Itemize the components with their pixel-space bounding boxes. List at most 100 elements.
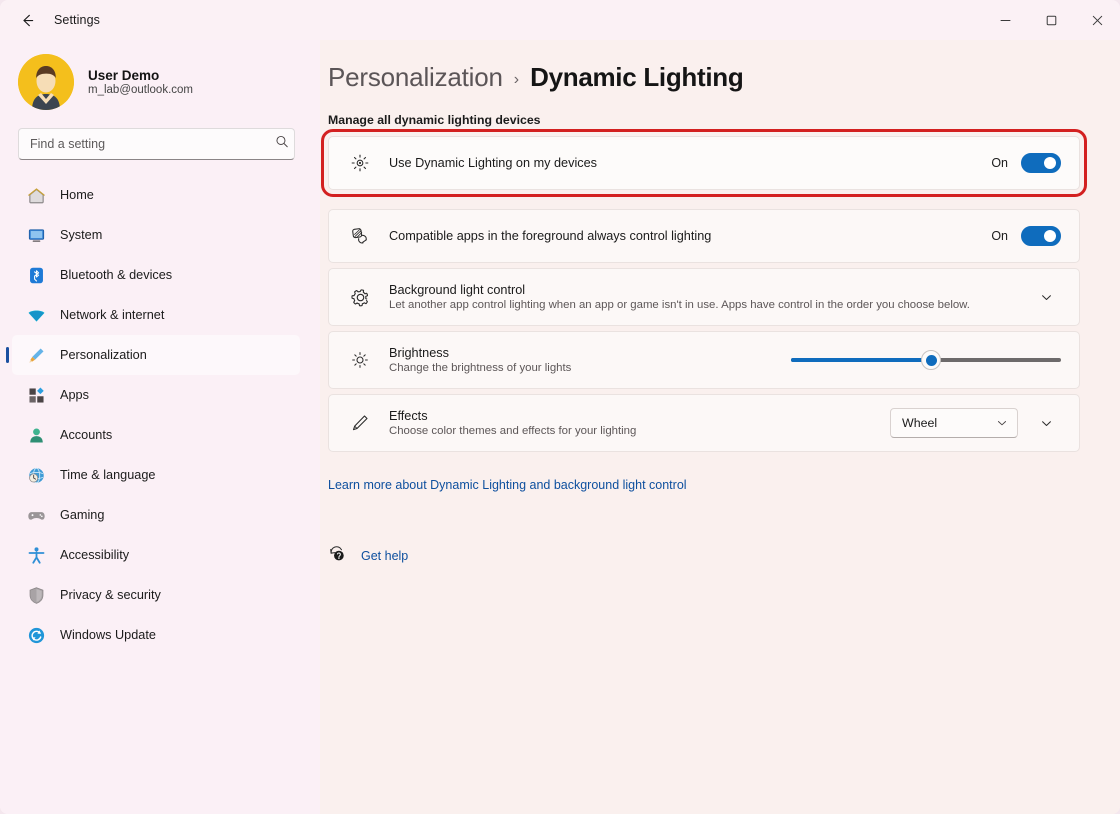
- sidebar-item-accessibility[interactable]: Accessibility: [12, 535, 300, 575]
- brightness-slider[interactable]: [791, 345, 1061, 375]
- row-title: Compatible apps in the foreground always…: [389, 229, 979, 243]
- title-bar: Settings: [0, 0, 1120, 40]
- get-help-link[interactable]: Get help: [361, 549, 408, 563]
- toggle-state-label: On: [991, 156, 1008, 170]
- search-container: [18, 128, 300, 160]
- monitor-icon: [26, 225, 46, 245]
- window-body: User Demo m_lab@outlook.com: [0, 40, 1120, 814]
- brightness-icon: [345, 345, 375, 375]
- row-subtitle: Change the brightness of your lights: [389, 362, 779, 374]
- sidebar-item-accounts[interactable]: Accounts: [12, 415, 300, 455]
- row-controls: On: [991, 153, 1061, 173]
- sidebar-item-bluetooth-devices[interactable]: Bluetooth & devices: [12, 255, 300, 295]
- slider-thumb[interactable]: [921, 350, 941, 370]
- row-subtitle: Let another app control lighting when an…: [389, 299, 1019, 311]
- close-button[interactable]: [1074, 0, 1120, 40]
- search-input[interactable]: [18, 128, 295, 160]
- row-title: Use Dynamic Lighting on my devices: [389, 156, 979, 170]
- chevron-down-icon: [1040, 417, 1053, 430]
- bluetooth-icon: [26, 265, 46, 285]
- sidebar-item-label: Apps: [60, 388, 89, 402]
- row-text: Background light control Let another app…: [389, 283, 1019, 311]
- row-title: Background light control: [389, 283, 1019, 297]
- breadcrumb-separator: ›: [514, 71, 519, 89]
- row-controls: [1031, 282, 1061, 312]
- sidebar-item-label: Accessibility: [60, 548, 129, 562]
- pen-icon: [345, 408, 375, 438]
- window-controls: [982, 0, 1120, 40]
- sidebar-item-label: Personalization: [60, 348, 147, 362]
- row-compatible-apps[interactable]: Compatible apps in the foreground always…: [328, 209, 1080, 263]
- sidebar-item-label: Network & internet: [60, 308, 164, 322]
- sidebar-item-label: Privacy & security: [60, 588, 161, 602]
- row-brightness[interactable]: Brightness Change the brightness of your…: [328, 331, 1080, 389]
- user-avatar-icon: [18, 54, 74, 110]
- shield-icon: [26, 585, 46, 605]
- toggle-state-label: On: [991, 229, 1008, 243]
- learn-more-link[interactable]: Learn more about Dynamic Lighting and ba…: [328, 478, 687, 492]
- gamepad-icon: [26, 505, 46, 525]
- sidebar-item-time-language[interactable]: Time & language: [12, 455, 300, 495]
- gear-icon: [345, 282, 375, 312]
- user-profile[interactable]: User Demo m_lab@outlook.com: [0, 40, 320, 126]
- sidebar-item-personalization[interactable]: Personalization: [12, 335, 300, 375]
- sidebar-item-windows-update[interactable]: Windows Update: [12, 615, 300, 655]
- avatar: [18, 54, 74, 110]
- sidebar: User Demo m_lab@outlook.com: [0, 40, 320, 814]
- row-text: Effects Choose color themes and effects …: [389, 409, 878, 437]
- row-text: Compatible apps in the foreground always…: [389, 229, 979, 243]
- minimize-button[interactable]: [982, 0, 1028, 40]
- row-title: Effects: [389, 409, 878, 423]
- profile-email: m_lab@outlook.com: [88, 84, 193, 96]
- sidebar-nav: Home System: [0, 172, 320, 655]
- sidebar-item-system[interactable]: System: [12, 215, 300, 255]
- back-arrow-icon: [20, 13, 35, 28]
- row-title: Brightness: [389, 346, 779, 360]
- links-block: Learn more about Dynamic Lighting and ba…: [328, 476, 1080, 568]
- sidebar-item-label: Time & language: [60, 468, 155, 482]
- back-button[interactable]: [10, 5, 44, 35]
- page-title: Dynamic Lighting: [530, 62, 743, 93]
- sidebar-item-label: System: [60, 228, 102, 242]
- effects-dropdown[interactable]: Wheel: [890, 408, 1018, 438]
- row-controls: [791, 345, 1061, 375]
- effects-selected-value: Wheel: [902, 416, 996, 430]
- row-controls: Wheel: [890, 408, 1061, 438]
- clock-globe-icon: [26, 465, 46, 485]
- sidebar-item-label: Bluetooth & devices: [60, 268, 172, 282]
- maximize-button[interactable]: [1028, 0, 1074, 40]
- sidebar-item-label: Windows Update: [60, 628, 156, 642]
- breadcrumb-parent[interactable]: Personalization: [328, 62, 503, 93]
- close-icon: [1092, 15, 1103, 26]
- linked-apps-icon: [345, 221, 375, 251]
- effects-expand-button[interactable]: [1031, 408, 1061, 438]
- sidebar-item-label: Gaming: [60, 508, 104, 522]
- sidebar-item-network-internet[interactable]: Network & internet: [12, 295, 300, 335]
- chevron-down-icon: [996, 417, 1008, 429]
- paintbrush-icon: [26, 345, 46, 365]
- sidebar-item-home[interactable]: Home: [12, 175, 300, 215]
- use-dynamic-lighting-toggle[interactable]: [1021, 153, 1061, 173]
- toggle-knob: [1044, 230, 1056, 242]
- sidebar-item-privacy-security[interactable]: Privacy & security: [12, 575, 300, 615]
- row-use-dynamic-lighting[interactable]: Use Dynamic Lighting on my devices On: [328, 136, 1080, 190]
- sidebar-item-label: Home: [60, 188, 94, 202]
- maximize-icon: [1046, 15, 1057, 26]
- sidebar-item-gaming[interactable]: Gaming: [12, 495, 300, 535]
- row-text: Use Dynamic Lighting on my devices: [389, 156, 979, 170]
- row-background-light-control[interactable]: Background light control Let another app…: [328, 268, 1080, 326]
- slider-fill: [791, 358, 931, 362]
- compatible-apps-toggle[interactable]: [1021, 226, 1061, 246]
- wifi-icon: [26, 305, 46, 325]
- get-help-row[interactable]: Get help: [328, 544, 1080, 568]
- row-controls: On: [991, 226, 1061, 246]
- background-light-control-expand-button[interactable]: [1031, 282, 1061, 312]
- sidebar-item-label: Accounts: [60, 428, 112, 442]
- help-question-icon: [328, 544, 347, 568]
- sidebar-item-apps[interactable]: Apps: [12, 375, 300, 415]
- accessibility-icon: [26, 545, 46, 565]
- app-title: Settings: [54, 13, 100, 27]
- chevron-down-icon: [1040, 291, 1053, 304]
- row-effects[interactable]: Effects Choose color themes and effects …: [328, 394, 1080, 452]
- row-subtitle: Choose color themes and effects for your…: [389, 425, 878, 437]
